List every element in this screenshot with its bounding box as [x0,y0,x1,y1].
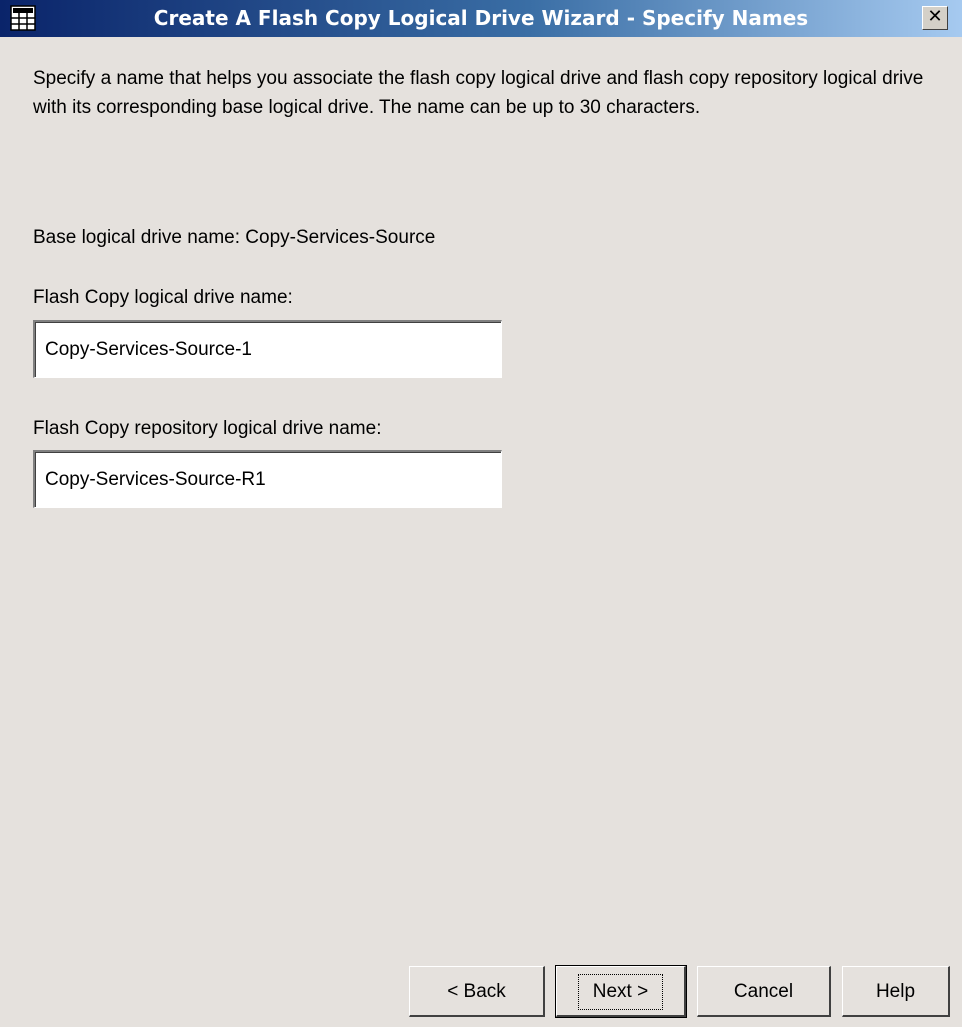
flash-copy-name-label: Flash Copy logical drive name: [33,287,293,308]
base-drive-name-label: Base logical drive name: Copy-Services-S… [33,227,436,248]
close-button[interactable]: ✕ [922,6,948,30]
help-button[interactable]: Help [842,966,950,1017]
next-button-label: Next > [577,973,664,1010]
cancel-button[interactable]: Cancel [697,966,831,1017]
intro-text: Specify a name that helps you associate … [33,68,924,118]
repository-name-label: Flash Copy repository logical drive name… [33,418,382,439]
window-title: Create A Flash Copy Logical Drive Wizard… [153,6,809,30]
back-button[interactable]: < Back [409,966,545,1017]
wizard-dialog: Create A Flash Copy Logical Drive Wizard… [0,0,962,1027]
next-button[interactable]: Next > [555,965,687,1018]
flash-copy-name-input[interactable] [33,320,502,378]
close-icon: ✕ [927,6,943,27]
repository-name-input[interactable] [33,450,502,508]
title-bar[interactable]: Create A Flash Copy Logical Drive Wizard… [0,0,962,37]
